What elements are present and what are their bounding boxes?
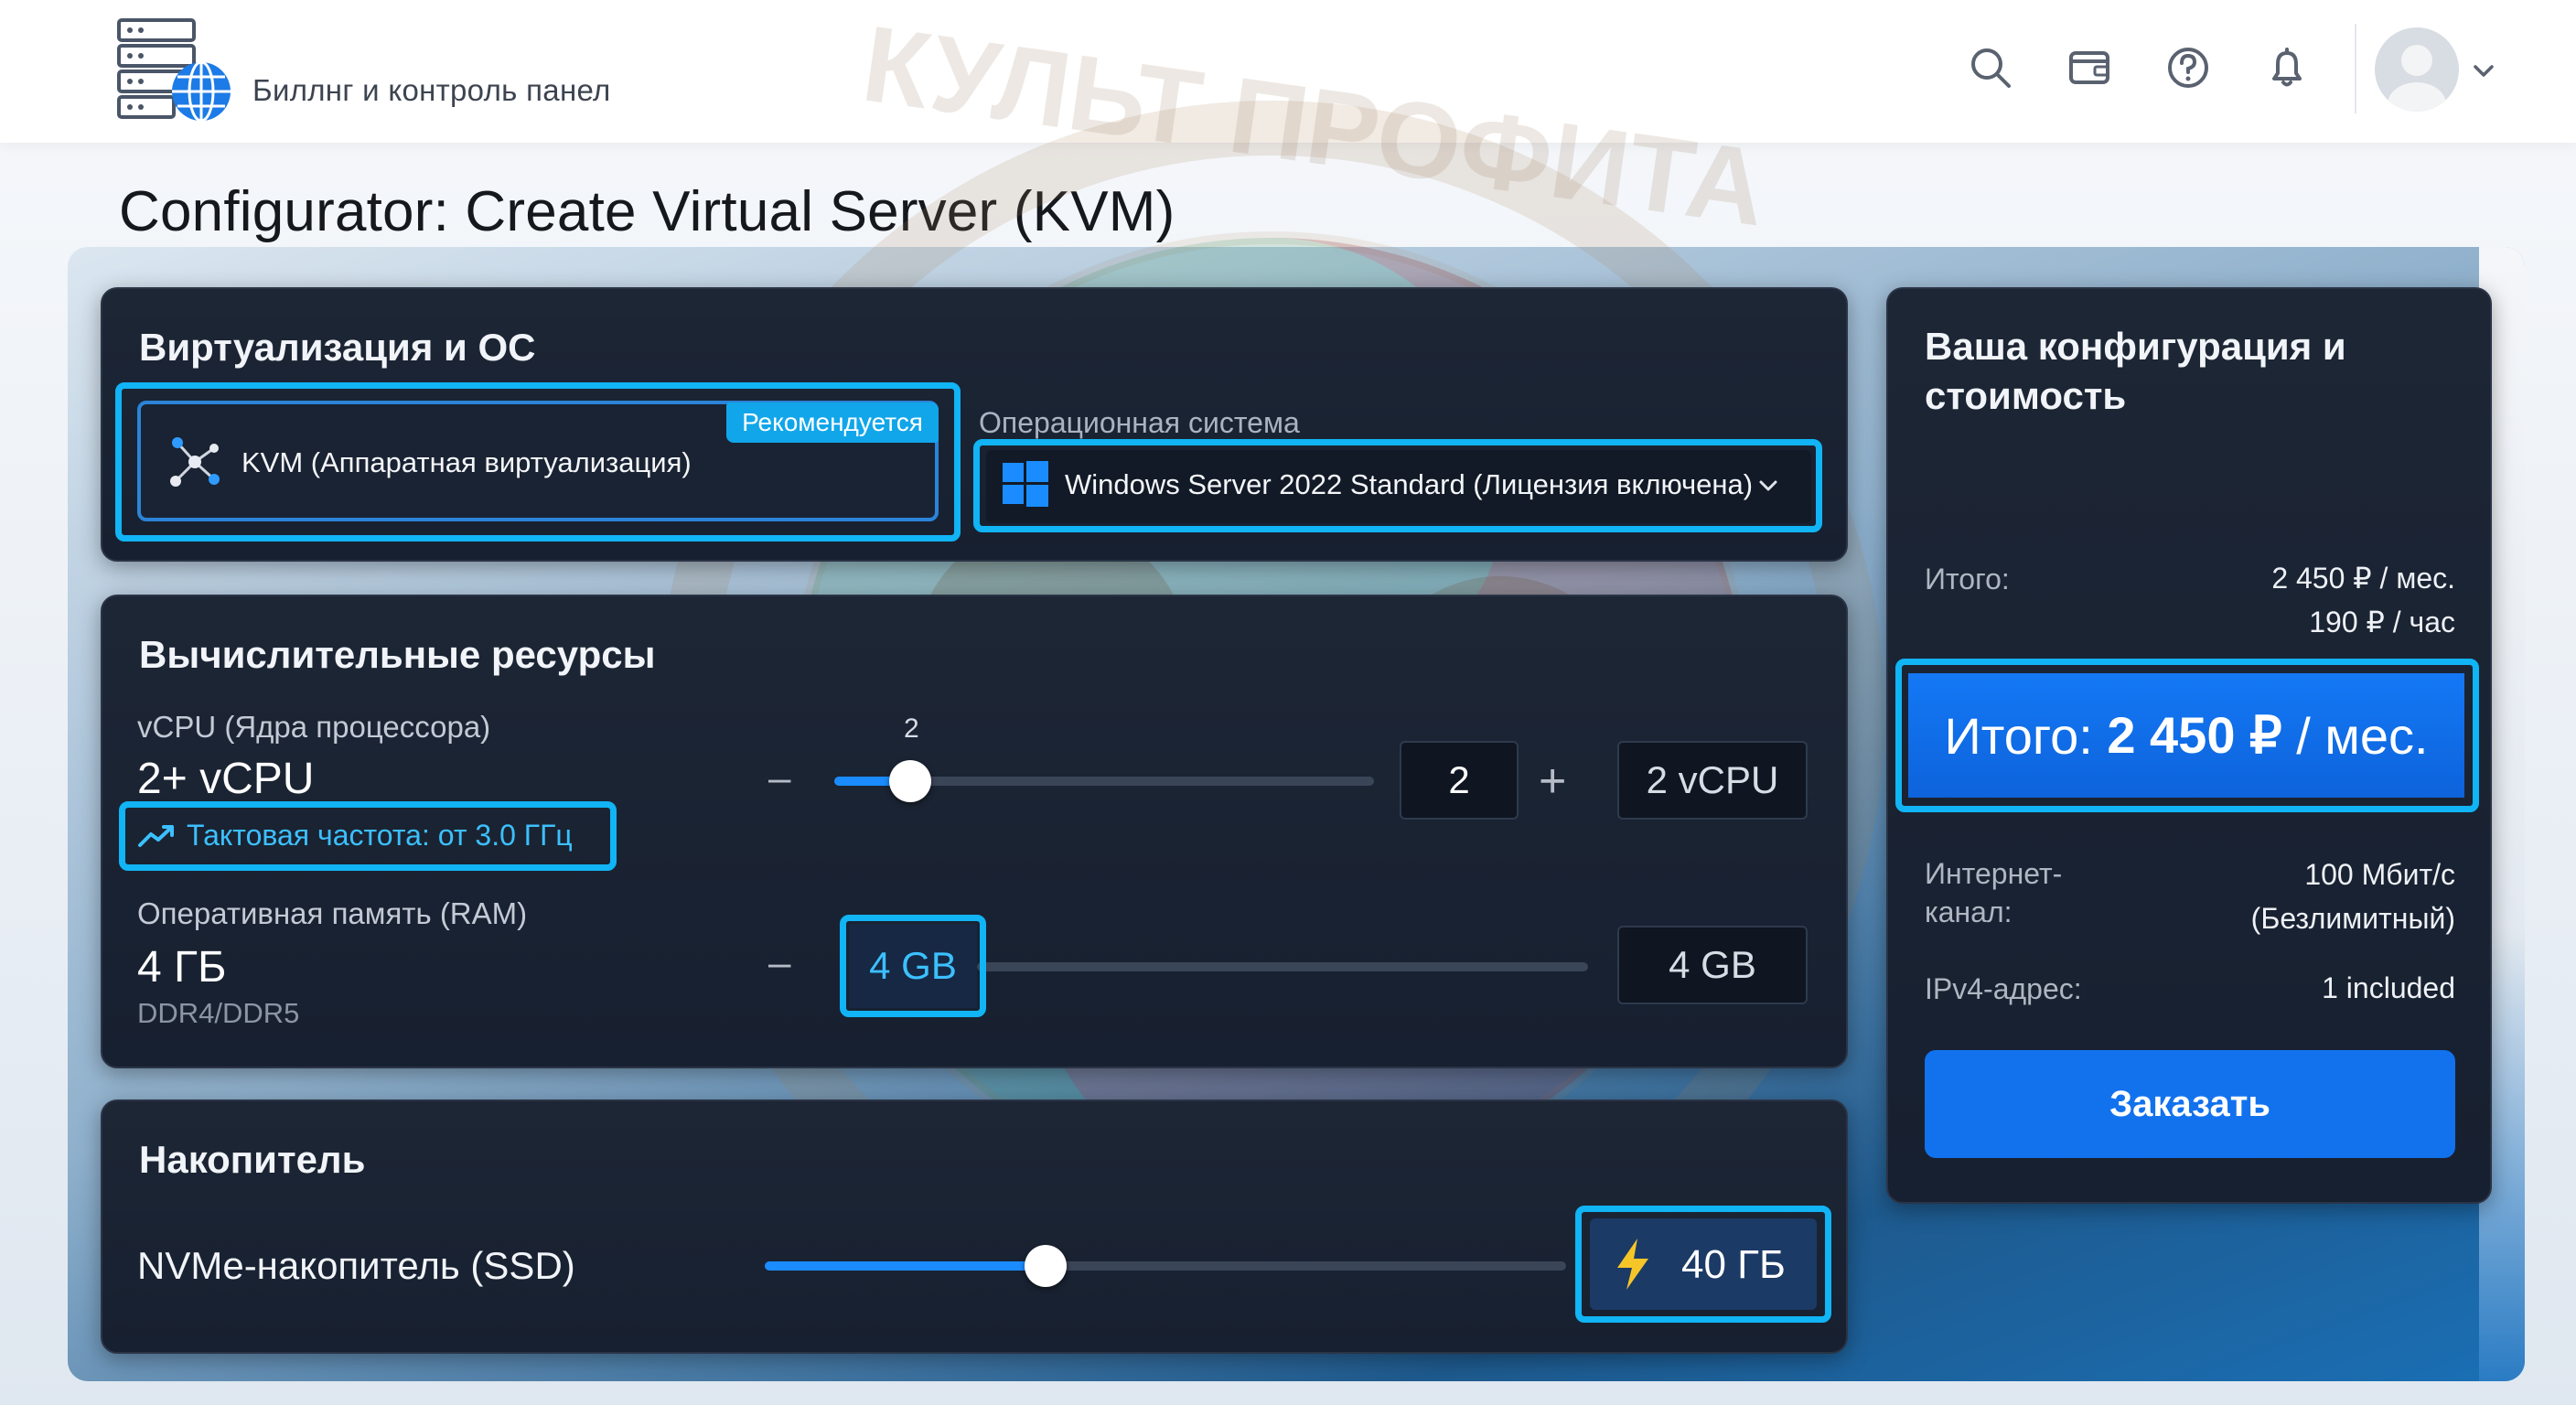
ram-slider-value-pill[interactable]: 4 GB (849, 924, 977, 1008)
ssd-label: NVMe-накопитель (SSD) (137, 1244, 575, 1287)
chevron-down-icon[interactable] (1755, 472, 1782, 499)
ssd-slider-thumb[interactable] (1024, 1245, 1067, 1287)
total-banner-value: 2 450 ₽ (2107, 706, 2282, 764)
ram-unit-display: 4 GB (1617, 926, 1808, 1004)
bell-icon[interactable] (2261, 42, 2313, 93)
internet-label: Интернет-канал: (1925, 857, 2063, 928)
vcpu-value: 2+ vCPU (137, 755, 315, 803)
page-title: Configurator: Create Virtual Server (KVM… (119, 180, 1175, 243)
os-selected-value: Windows Server 2022 Standard (Лицензия в… (1065, 468, 1754, 500)
search-icon[interactable] (1965, 42, 2016, 93)
chevron-down-icon[interactable] (2468, 55, 2499, 86)
total-banner-prefix: Итого: (1944, 706, 2093, 765)
vcpu-unit-display: 2 vCPU (1617, 741, 1808, 820)
ram-label: Оперативная память (RAM) (137, 896, 528, 930)
order-button[interactable]: Заказать (1925, 1050, 2455, 1158)
recommended-badge: Рекомендуется (726, 402, 939, 443)
vcpu-increment-button[interactable]: + (1539, 754, 1566, 809)
wallet-icon[interactable] (2064, 42, 2115, 93)
user-avatar[interactable] (2375, 27, 2459, 112)
vcpu-label: vCPU (Ядра процессора) (137, 710, 491, 744)
internet-speed: 100 Мбит/с (2304, 858, 2455, 891)
ssd-value: 40 ГБ (1681, 1242, 1786, 1287)
help-icon[interactable] (2163, 42, 2214, 93)
server-globe-logo-icon[interactable] (117, 18, 234, 124)
compute-title: Вычислительные ресурсы (139, 633, 656, 676)
total-hour: 190 ₽ / час (2309, 606, 2455, 638)
ipv4-label: IPv4-адрес: (1925, 972, 2082, 1005)
network-nodes-icon (165, 432, 225, 492)
total-month: 2 450 ₽ / мес. (2271, 562, 2455, 595)
vcpu-decrement-button[interactable]: – (768, 756, 790, 801)
total-banner: Итого: 2 450 ₽ / мес. (1908, 673, 2464, 798)
os-label: Операционная система (979, 406, 1300, 439)
windows-logo-icon (1001, 459, 1050, 509)
top-bar: Биллнг и контроль панел (0, 0, 2576, 143)
vcpu-count-input[interactable]: 2 (1400, 741, 1519, 820)
storage-title: Накопитель (139, 1138, 366, 1181)
ram-value: 4 ГБ (137, 943, 227, 992)
frequency-text: Тактовая частота: от 3.0 ГГц (187, 819, 573, 852)
vcpu-slider-thumb[interactable] (888, 760, 931, 802)
ssd-slider-fill (765, 1261, 1046, 1271)
vcpu-slider-value-label: 2 (904, 713, 919, 744)
lightning-bolt-icon (1610, 1237, 1656, 1292)
summary-title: Ваша конфигурация и стоимость (1925, 325, 2346, 417)
trending-up-icon (137, 820, 177, 853)
ram-type: DDR4/DDR5 (137, 997, 300, 1029)
header-divider (2355, 24, 2356, 113)
kvm-option-label: KVM (Аппаратная виртуализация) (242, 446, 692, 478)
brand-name: Биллнг и контроль панел (252, 73, 611, 107)
ipv4-value: 1 included (2322, 971, 2455, 1004)
total-label: Итого: (1925, 563, 2010, 595)
ram-decrement-button[interactable]: – (768, 940, 790, 986)
total-banner-suffix: / мес. (2296, 706, 2429, 765)
virtualization-title: Виртуализация и ОС (139, 326, 536, 369)
internet-unlimited: (Безлимитный) (2250, 902, 2455, 935)
ram-slider-track[interactable] (977, 962, 1588, 971)
